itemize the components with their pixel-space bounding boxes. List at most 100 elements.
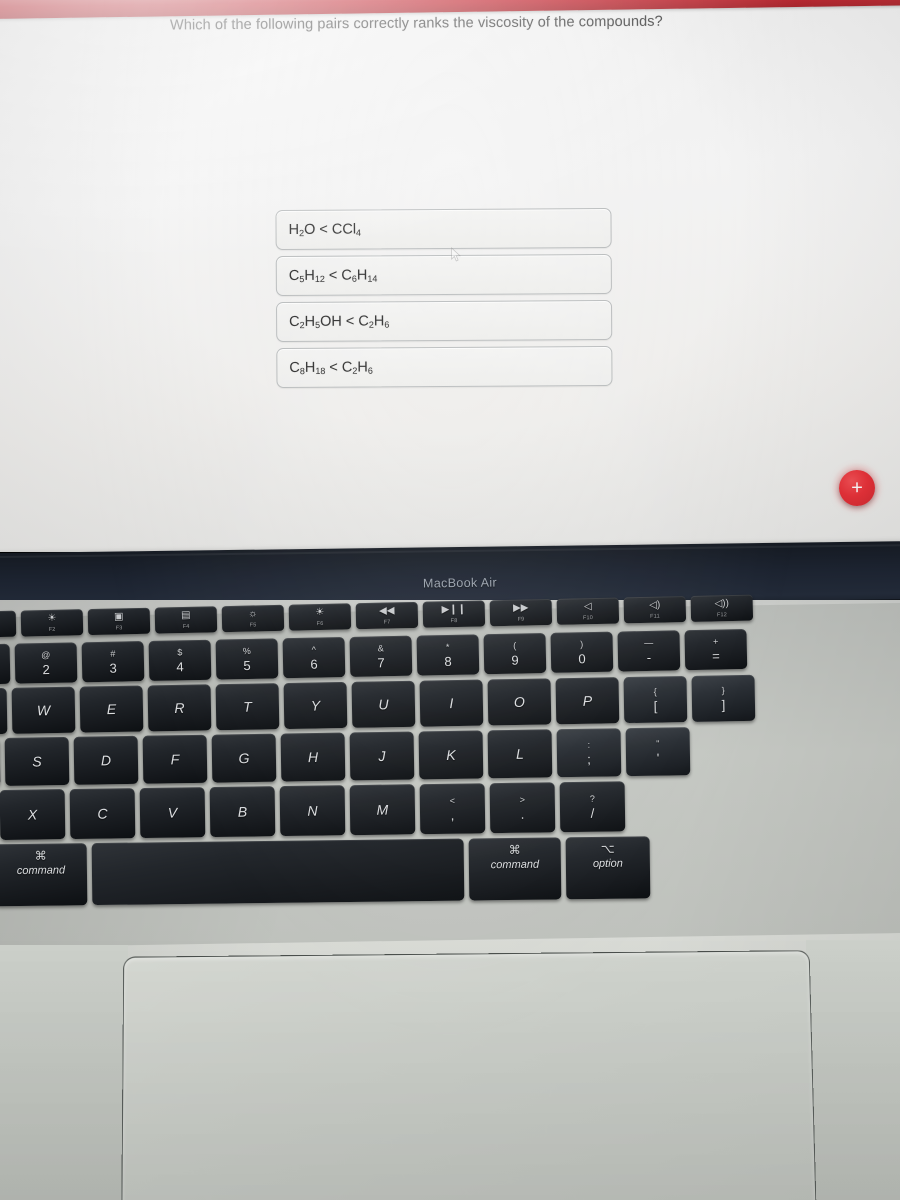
key-l[interactable]: L: [487, 729, 553, 779]
key-symbol: ◁)): [714, 597, 729, 609]
laptop-photo: Which of the following pairs correctly r…: [0, 0, 900, 1200]
key-command-right[interactable]: ⌘ command: [468, 837, 562, 901]
key-i[interactable]: I: [419, 679, 484, 727]
key-8[interactable]: * 8: [416, 634, 480, 676]
key-label: -: [646, 649, 652, 665]
key-f7[interactable]: ◀◀ F7: [355, 601, 419, 630]
key-k[interactable]: K: [418, 730, 484, 780]
key-=[interactable]: + =: [684, 628, 748, 671]
key-label: F: [170, 751, 180, 768]
key-bracket-][interactable]: }]: [691, 674, 756, 722]
key-h[interactable]: H: [280, 732, 346, 782]
key-f11[interactable]: ◁) F11: [623, 596, 687, 624]
key-n[interactable]: N: [279, 785, 346, 837]
key-punct-semicolon[interactable]: :;: [556, 728, 622, 778]
key-1[interactable]: !1: [0, 643, 11, 685]
key-shift-label: %: [242, 645, 251, 656]
answer-option-a[interactable]: H2O < CCl4: [275, 207, 612, 251]
key-comma[interactable]: <,: [419, 783, 486, 835]
key-shift-label: <: [449, 795, 456, 806]
key-f3[interactable]: ▣ F3: [87, 607, 151, 636]
key-c[interactable]: C: [69, 788, 136, 840]
key-f12[interactable]: ◁)) F12: [690, 594, 754, 622]
key-g[interactable]: G: [211, 733, 277, 783]
key-option-right[interactable]: ⌥ option: [565, 836, 651, 900]
key-f5[interactable]: ☼ F5: [221, 604, 285, 633]
key-shift-label: ?: [589, 793, 595, 804]
key-space[interactable]: [91, 838, 465, 906]
key-e[interactable]: E: [79, 685, 144, 733]
key-5[interactable]: % 5: [215, 638, 279, 680]
key-symbol: ☼: [248, 607, 258, 620]
key-f6[interactable]: ☀ F6: [288, 603, 352, 631]
key-label: R: [174, 699, 185, 716]
key-period[interactable]: >.: [489, 782, 556, 834]
key-9[interactable]: (9: [483, 633, 547, 675]
key-r[interactable]: R: [147, 684, 212, 732]
key-label: J: [378, 747, 386, 765]
key-symbol: ▶❙❙: [441, 603, 467, 615]
answer-option-c[interactable]: C2H5OH < C2H6: [276, 299, 613, 343]
key-0[interactable]: ) 0: [550, 631, 614, 673]
key-m[interactable]: M: [349, 784, 416, 836]
answer-option-d[interactable]: C8H18 < C2H6: [276, 345, 613, 389]
key-o[interactable]: O: [487, 678, 552, 726]
key-label: 0: [578, 650, 586, 666]
key-label: O: [513, 693, 525, 711]
question-text: Which of the following pairs correctly r…: [169, 13, 663, 34]
key-p[interactable]: P: [555, 677, 620, 725]
key-label: S: [32, 753, 42, 770]
key-punct-quote[interactable]: " ': [625, 727, 691, 777]
key-shift-label: —: [644, 637, 654, 648]
key-2[interactable]: @2: [14, 642, 78, 684]
key-7[interactable]: & 7: [349, 635, 413, 677]
key-s[interactable]: S: [4, 736, 70, 786]
key-label: 3: [109, 660, 117, 676]
key-command-left[interactable]: ⌘ command: [0, 843, 88, 907]
key-label: ;: [587, 751, 591, 767]
key-modifier-glyph: ⌥: [600, 841, 615, 856]
key-fn-label: F3: [115, 624, 123, 631]
key-label: L: [515, 745, 524, 762]
key-shift-label: ": [656, 738, 660, 749]
key-t[interactable]: T: [215, 683, 280, 731]
key--[interactable]: — -: [617, 630, 681, 672]
key-fn-label: F8: [450, 617, 458, 624]
key-label: 2: [42, 661, 50, 677]
key-b[interactable]: B: [209, 786, 276, 838]
key-f4[interactable]: ▤ F4: [154, 606, 218, 634]
key-j[interactable]: J: [349, 731, 415, 781]
key-label: ]: [721, 696, 726, 712]
key-f2[interactable]: ☀ F2: [20, 609, 84, 637]
key-x[interactable]: X: [0, 789, 66, 841]
key-4[interactable]: $4: [148, 639, 212, 681]
key-shift-label: ): [580, 638, 584, 649]
laptop-screen: Which of the following pairs correctly r…: [0, 0, 900, 552]
key-u[interactable]: U: [351, 680, 416, 728]
key-shift-label: *: [445, 641, 450, 652]
key-3[interactable]: #3: [81, 641, 145, 683]
key-slash[interactable]: ? /: [559, 781, 626, 833]
key-f1[interactable]: ☀F1: [0, 610, 17, 638]
key-bracket-[[interactable]: {[: [623, 676, 688, 724]
key-label: B: [237, 803, 248, 820]
key-label: N: [307, 802, 318, 819]
answer-option-b[interactable]: C5H12 < C6H14: [275, 253, 612, 297]
add-button[interactable]: +: [838, 469, 876, 507]
key-label: I: [449, 695, 454, 712]
key-w[interactable]: W: [11, 686, 76, 734]
key-fn-label: F5: [249, 621, 257, 629]
key-d[interactable]: D: [73, 735, 139, 785]
key-6[interactable]: ^ 6: [282, 637, 346, 679]
key-q[interactable]: Q: [0, 687, 8, 735]
key-f8[interactable]: ▶❙❙ F8: [422, 600, 486, 628]
key-v[interactable]: V: [139, 787, 206, 839]
key-f10[interactable]: ◁ F10: [556, 597, 620, 625]
key-y[interactable]: Y: [283, 681, 348, 730]
key-label: T: [243, 698, 252, 715]
key-label: K: [446, 746, 456, 763]
key-label: ': [656, 750, 660, 766]
key-f[interactable]: F: [142, 734, 208, 784]
key-f9[interactable]: ▶▶ F9: [489, 598, 553, 627]
trackpad[interactable]: [120, 950, 819, 1200]
